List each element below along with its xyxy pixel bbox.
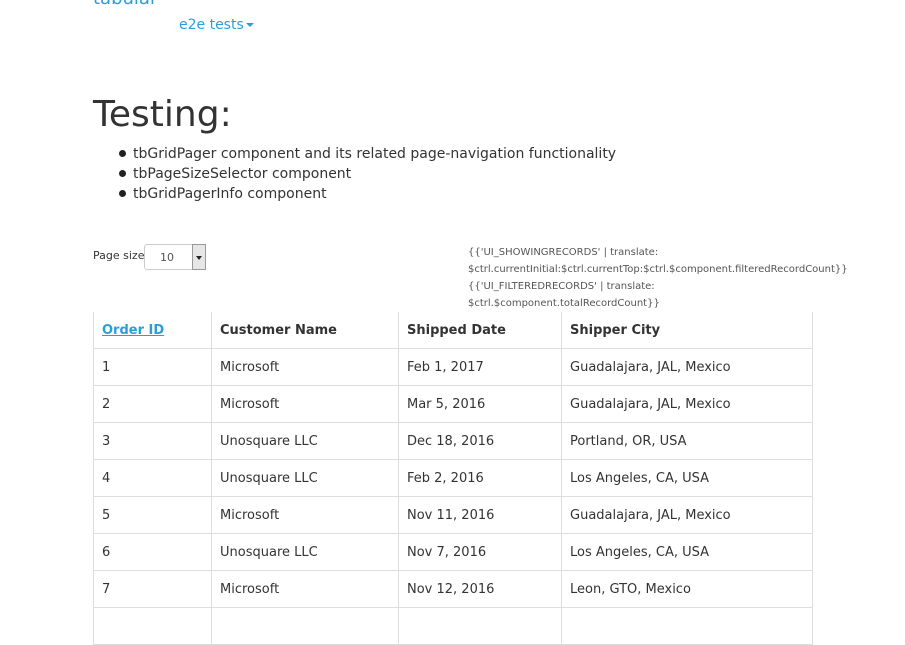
e2e-tests-dropdown[interactable]: e2e tests — [179, 17, 254, 33]
cell-shipper-city: Los Angeles, CA, USA — [561, 459, 813, 497]
cell-customer-name: Unosquare LLC — [211, 422, 399, 460]
page-size-label: Page size: — [93, 249, 149, 262]
list-item: tbPageSizeSelector component — [118, 164, 616, 184]
column-header-order-id[interactable]: Order ID — [93, 312, 212, 349]
e2e-tests-label: e2e tests — [179, 17, 244, 33]
cell-shipper-city: Guadalajara, JAL, Mexico — [561, 348, 813, 386]
cell-shipped-date: Nov 12, 2016 — [398, 570, 562, 608]
cell-customer-name: Unosquare LLC — [211, 533, 399, 571]
column-header-shipper-city: Shipper City — [561, 312, 813, 349]
cell-shipped-date: Mar 5, 2016 — [398, 385, 562, 423]
cell-customer-name: Microsoft — [211, 385, 399, 423]
table-row: 6 Unosquare LLC Nov 7, 2016 Los Angeles, CA… — [93, 533, 813, 571]
cell-order-id: 2 — [93, 385, 212, 423]
showing-records-line-2: $ctrl.currentInitial:$ctrl.currentTop:$c… — [468, 264, 848, 275]
cell-shipped-date: Dec 18, 2016 — [398, 422, 562, 460]
brand-title[interactable]: tabular — [93, 0, 157, 10]
table-row: 2 Microsoft Mar 5, 2016 Guadalajara, JAL, M… — [93, 385, 813, 423]
table-row: 3 Unosquare LLC Dec 18, 2016 Portland, OR, … — [93, 422, 813, 460]
table-row: 5 Microsoft Nov 11, 2016 Guadalajara, JAL, … — [93, 496, 813, 534]
table-row: 1 Microsoft Feb 1, 2017 Guadalajara, JAL, M… — [93, 348, 813, 386]
cell-shipper-city: Guadalajara, JAL, Mexico — [561, 496, 813, 534]
cell-order-id: 7 — [93, 570, 212, 608]
pager-info: {{'UI_SHOWINGRECORDS' | translate: $ctrl… — [468, 244, 858, 312]
cell-customer-name: Microsoft — [211, 570, 399, 608]
cell-shipper-city — [561, 607, 813, 645]
page-size-select[interactable]: 10 — [144, 244, 206, 270]
cell-customer-name: Unosquare LLC — [211, 459, 399, 497]
cell-order-id — [93, 607, 212, 645]
cell-shipper-city: Guadalajara, JAL, Mexico — [561, 385, 813, 423]
cell-order-id: 6 — [93, 533, 212, 571]
cell-shipped-date — [398, 607, 562, 645]
cell-shipped-date: Nov 11, 2016 — [398, 496, 562, 534]
cell-shipper-city: Los Angeles, CA, USA — [561, 533, 813, 571]
cell-order-id: 4 — [93, 459, 212, 497]
cell-shipper-city: Portland, OR, USA — [561, 422, 813, 460]
cell-customer-name: Microsoft — [211, 348, 399, 386]
filtered-records-line-2: $ctrl.$component.totalRecordCount}} — [468, 298, 660, 309]
chevron-down-icon — [245, 23, 254, 27]
cell-order-id: 3 — [93, 422, 212, 460]
cell-customer-name: Microsoft — [211, 496, 399, 534]
page-size-value: 10 — [160, 251, 174, 264]
page-title: Testing: — [93, 94, 232, 135]
list-item: tbGridPagerInfo component — [118, 184, 616, 204]
showing-records-line-1: {{'UI_SHOWINGRECORDS' | translate: — [468, 247, 659, 258]
column-header-customer-name: Customer Name — [211, 312, 399, 349]
cell-shipped-date: Nov 7, 2016 — [398, 533, 562, 571]
select-arrow-icon[interactable] — [192, 244, 206, 270]
cell-shipper-city: Leon, GTO, Mexico — [561, 570, 813, 608]
orders-table: Order ID Customer Name Shipped Date Ship… — [93, 312, 813, 645]
table-header-row: Order ID Customer Name Shipped Date Ship… — [93, 312, 813, 349]
column-header-shipped-date: Shipped Date — [398, 312, 562, 349]
table-row — [93, 607, 813, 645]
cell-shipped-date: Feb 2, 2016 — [398, 459, 562, 497]
table-row: 4 Unosquare LLC Feb 2, 2016 Los Angeles, CA… — [93, 459, 813, 497]
table-row: 7 Microsoft Nov 12, 2016 Leon, GTO, Mexico — [93, 570, 813, 608]
feature-list: tbGridPager component and its related pa… — [118, 144, 617, 204]
cell-customer-name — [211, 607, 399, 645]
cell-order-id: 1 — [93, 348, 212, 386]
filtered-records-line-1: {{'UI_FILTEREDRECORDS' | translate: — [468, 281, 655, 292]
cell-order-id: 5 — [93, 496, 212, 534]
cell-shipped-date: Feb 1, 2017 — [398, 348, 562, 386]
list-item: tbGridPager component and its related pa… — [118, 146, 617, 162]
